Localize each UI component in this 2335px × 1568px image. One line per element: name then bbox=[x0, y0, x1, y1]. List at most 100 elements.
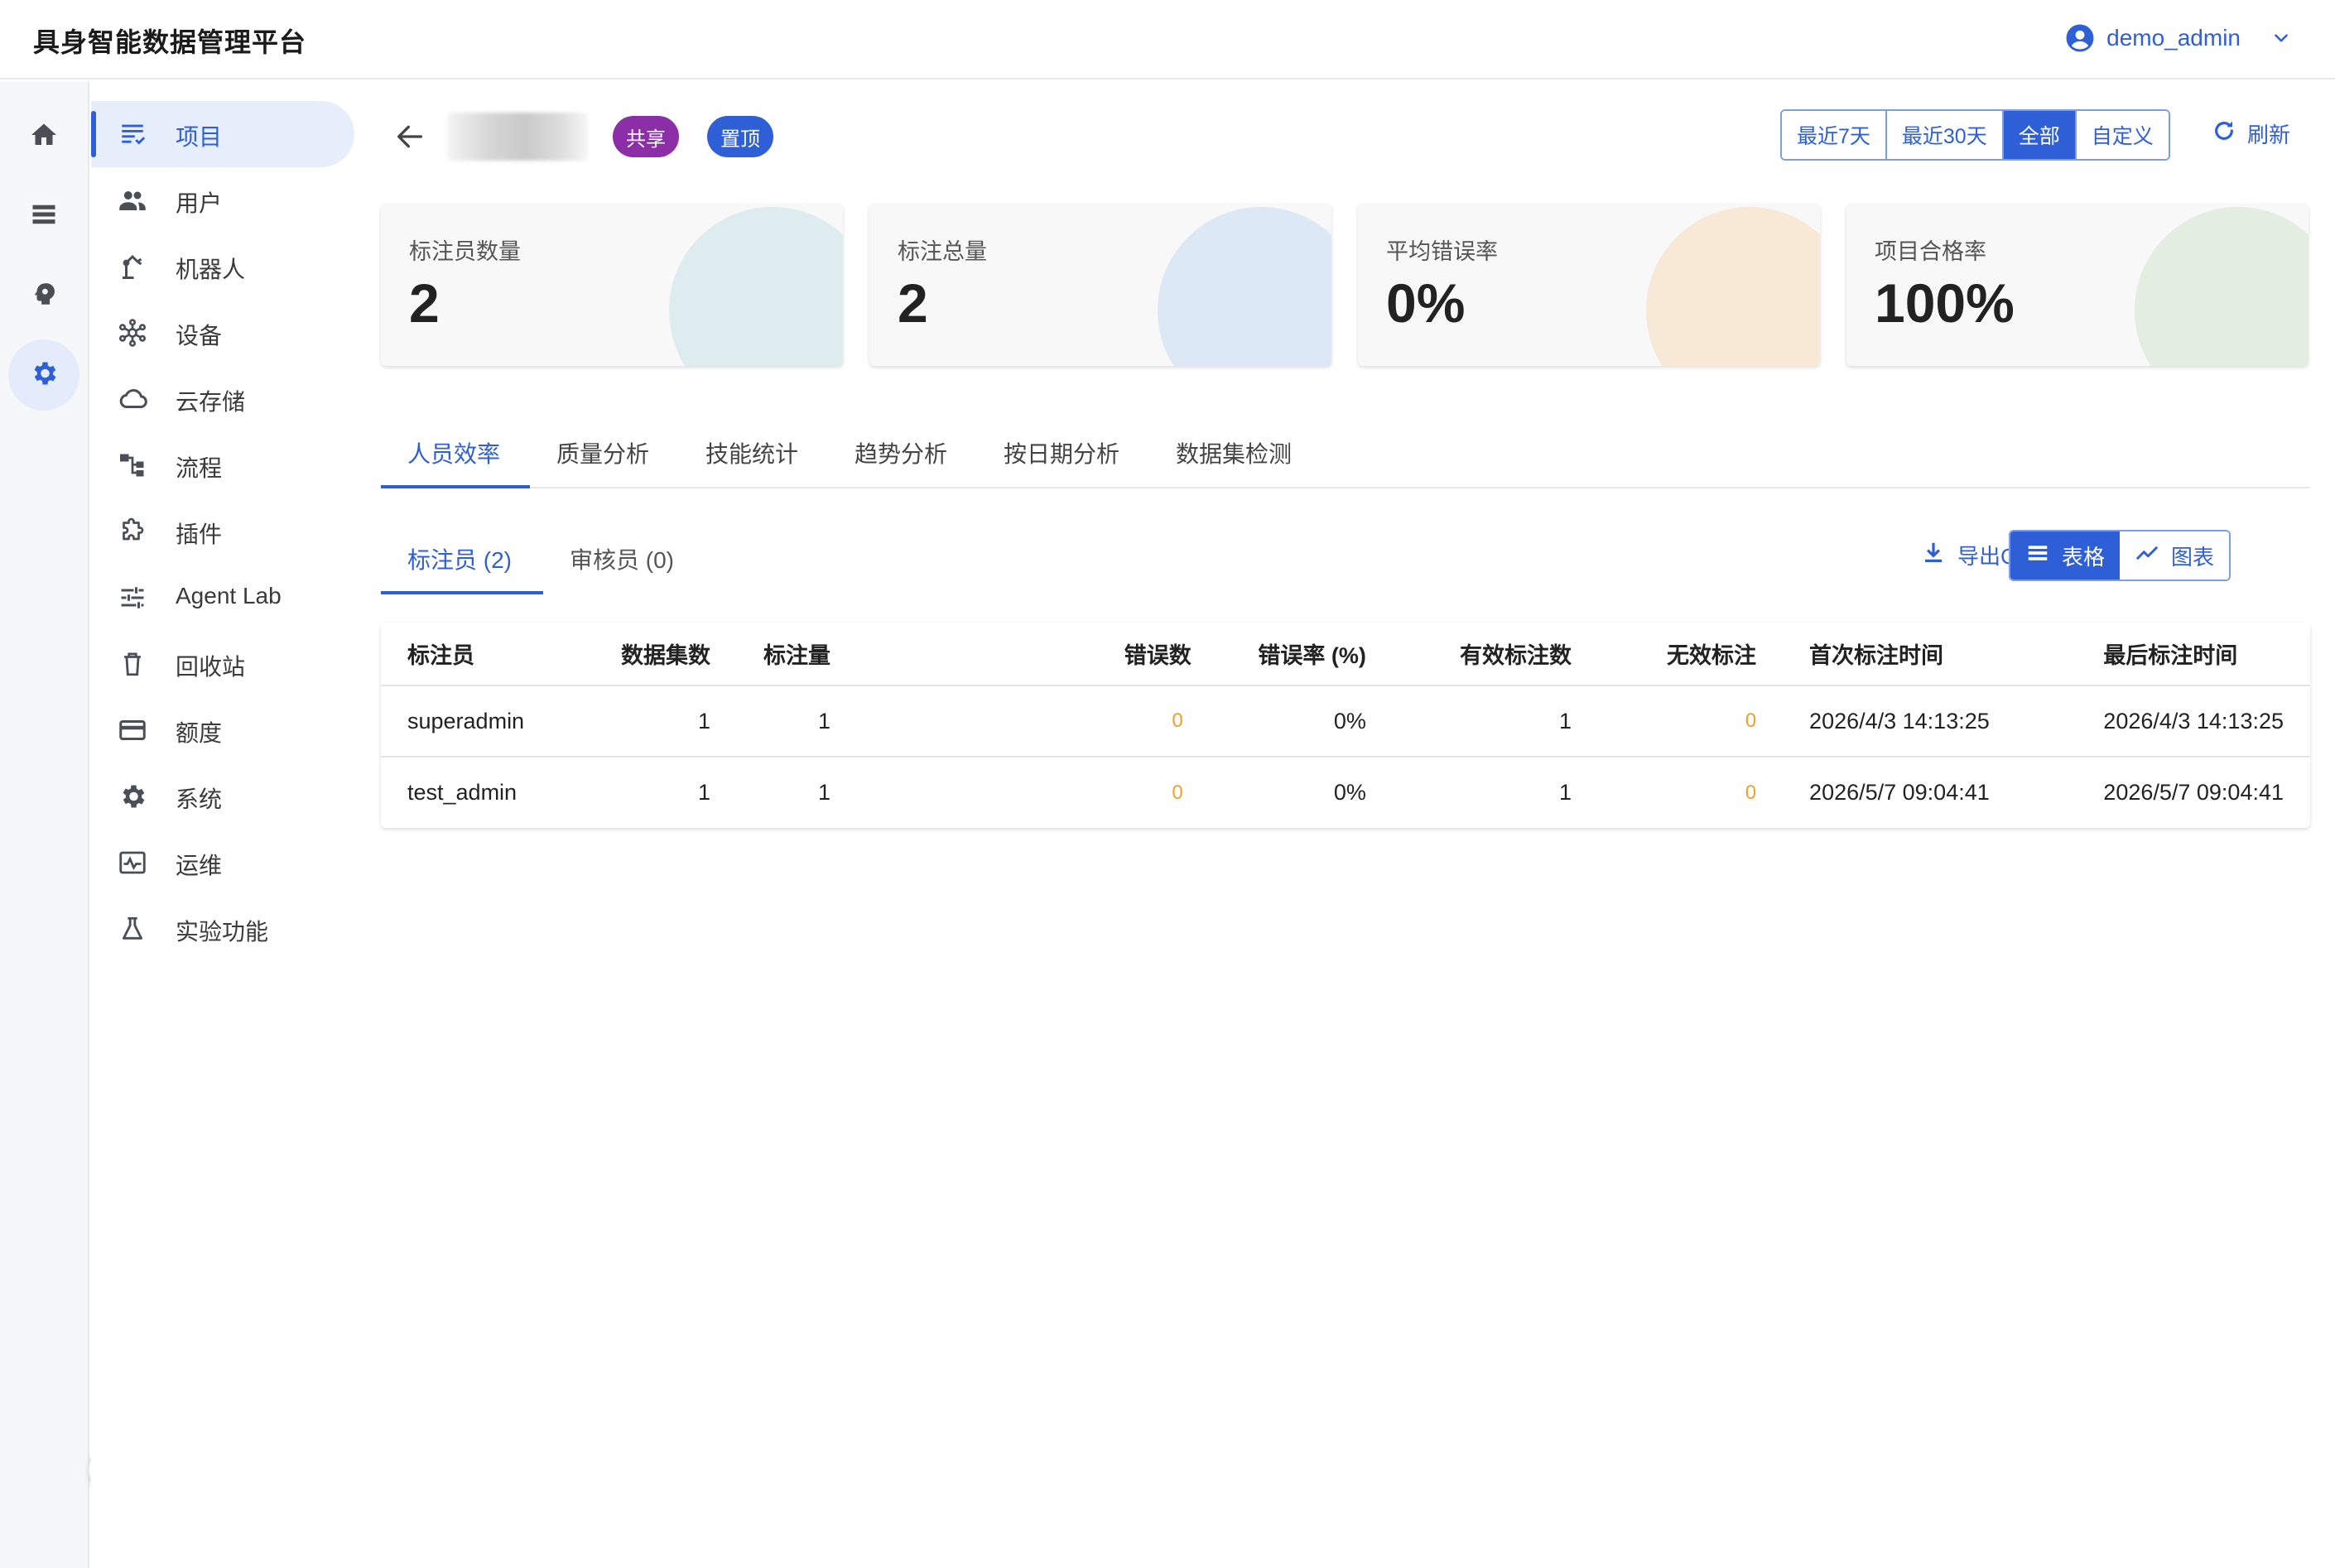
stat-card-error-rate: 平均错误率 0% bbox=[1358, 204, 1820, 366]
table-view-button[interactable]: 表格 bbox=[2010, 531, 2121, 580]
column-header[interactable]: 有效标注数 bbox=[1392, 623, 1598, 686]
refresh-label: 刷新 bbox=[2247, 123, 2291, 147]
annotator-table: 标注员 数据集数 标注量 错误数 错误率 (%) 有效标注数 无效标注 首次标注… bbox=[381, 623, 2310, 828]
cell-valid-annotations: 1 bbox=[1392, 685, 1598, 758]
workflow-icon bbox=[116, 449, 149, 482]
stat-card-decoration bbox=[1646, 207, 1820, 366]
column-header[interactable]: 标注量 bbox=[736, 623, 1004, 686]
rail-settings-button[interactable] bbox=[8, 339, 79, 411]
puzzle-icon bbox=[116, 515, 149, 548]
robot-arm-icon bbox=[116, 250, 149, 283]
arrow-left-icon bbox=[393, 120, 426, 157]
sidebar-item-label: 设备 bbox=[176, 323, 223, 349]
stat-card-total-annotations: 标注总量 2 bbox=[869, 204, 1331, 366]
sidebar-item-ops[interactable]: 运维 bbox=[91, 830, 354, 896]
tab-staff-efficiency[interactable]: 人员效率 bbox=[407, 417, 500, 488]
chart-view-label: 图表 bbox=[2171, 544, 2215, 570]
table-row: superadmin 1 1 0 0% 1 0 2026/4/3 14:13:2… bbox=[381, 685, 2310, 758]
tab-quality-analysis[interactable]: 质量分析 bbox=[556, 417, 649, 488]
username: demo_admin bbox=[2106, 25, 2241, 51]
stat-label: 标注总量 bbox=[898, 239, 987, 264]
column-header[interactable]: 标注员 bbox=[381, 623, 595, 686]
column-header[interactable]: 错误率 (%) bbox=[1191, 623, 1393, 686]
refresh-button[interactable]: 刷新 bbox=[2211, 118, 2290, 150]
sidebar-item-quota[interactable]: 额度 bbox=[91, 697, 354, 763]
sidebar-item-cloud-storage[interactable]: 云存储 bbox=[91, 366, 354, 432]
tab-skill-statistics[interactable]: 技能统计 bbox=[705, 417, 798, 488]
line-chart-icon bbox=[2135, 541, 2159, 571]
top-bar: 具身智能数据管理平台 demo_admin bbox=[0, 0, 2335, 79]
monitor-icon bbox=[116, 846, 149, 879]
cell-error-rate: 0% bbox=[1191, 685, 1393, 758]
back-button[interactable] bbox=[389, 118, 431, 159]
sidebar-item-users[interactable]: 用户 bbox=[91, 167, 354, 233]
stat-label: 平均错误率 bbox=[1386, 239, 1498, 264]
sidebar-item-label: Agent Lab bbox=[176, 583, 282, 608]
refresh-icon bbox=[2211, 118, 2237, 150]
rail-home-button[interactable] bbox=[8, 101, 79, 172]
stat-label: 项目合格率 bbox=[1875, 239, 1986, 264]
sidebar-item-experimental[interactable]: 实验功能 bbox=[91, 896, 354, 962]
rail-data-button[interactable] bbox=[8, 180, 79, 252]
active-tab-indicator bbox=[381, 485, 530, 488]
view-toggle: 表格 图表 bbox=[2009, 530, 2231, 581]
range-last-30-days-button[interactable]: 最近30天 bbox=[1886, 111, 2004, 159]
home-icon bbox=[29, 120, 59, 154]
sidebar-item-label: 额度 bbox=[176, 720, 223, 746]
credit-card-icon bbox=[116, 714, 149, 747]
column-header[interactable]: 无效标注 bbox=[1597, 623, 1784, 686]
cell-annotator: superadmin bbox=[381, 685, 595, 758]
rail-ai-button[interactable] bbox=[8, 260, 79, 331]
sidebar-item-projects[interactable]: 项目 bbox=[91, 101, 354, 167]
sidebar-item-devices[interactable]: 设备 bbox=[91, 300, 354, 366]
tab-reviewers[interactable]: 审核员 (0) bbox=[570, 523, 674, 594]
icon-rail bbox=[0, 81, 89, 1568]
sidebar-item-label: 插件 bbox=[176, 522, 223, 547]
column-header[interactable]: 最后标注时间 bbox=[2077, 623, 2310, 686]
cell-valid-annotations: 1 bbox=[1558, 780, 1572, 805]
project-name-redacted bbox=[447, 113, 588, 161]
stat-card-annotators: 标注员数量 2 bbox=[381, 204, 843, 366]
range-all-button[interactable]: 全部 bbox=[2003, 111, 2077, 159]
stat-card-decoration bbox=[669, 207, 843, 366]
column-header[interactable]: 错误数 bbox=[1004, 623, 1192, 686]
tab-annotators[interactable]: 标注员 (2) bbox=[407, 523, 512, 594]
column-header[interactable]: 数据集数 bbox=[594, 623, 737, 686]
range-custom-button[interactable]: 自定义 bbox=[2076, 111, 2169, 159]
sidebar: 项目 用户 机器人 设备 云存储 流程 插件 Agent Lab 回收站 额度 … bbox=[91, 81, 364, 1568]
list-icon bbox=[2025, 541, 2050, 571]
user-menu[interactable]: demo_admin bbox=[2065, 23, 2292, 53]
sidebar-item-agent-lab[interactable]: Agent Lab bbox=[91, 565, 354, 631]
sidebar-item-plugins[interactable]: 插件 bbox=[91, 498, 354, 565]
stat-card-pass-rate: 项目合格率 100% bbox=[1846, 204, 2309, 366]
sidebar-item-workflow[interactable]: 流程 bbox=[91, 432, 354, 498]
device-hub-icon bbox=[116, 316, 149, 349]
tab-by-date-analysis[interactable]: 按日期分析 bbox=[1004, 417, 1119, 488]
sidebar-item-label: 流程 bbox=[176, 455, 223, 481]
table-header-row: 标注员 数据集数 标注量 错误数 错误率 (%) 有效标注数 无效标注 首次标注… bbox=[381, 623, 2310, 686]
tab-dataset-check[interactable]: 数据集检测 bbox=[1176, 417, 1292, 488]
flask-icon bbox=[116, 912, 149, 945]
cell-first-time: 2026/5/7 09:04:41 bbox=[1809, 780, 1990, 805]
date-range-toggle: 最近7天 最近30天 全部 自定义 bbox=[1780, 109, 2170, 161]
analysis-tabs: 人员效率 质量分析 技能统计 趋势分析 按日期分析 数据集检测 bbox=[381, 417, 2310, 488]
pinned-chip: 置顶 bbox=[707, 116, 773, 157]
sidebar-item-label: 项目 bbox=[176, 124, 223, 150]
range-last-7-days-button[interactable]: 最近7天 bbox=[1782, 111, 1887, 159]
sidebar-item-label: 云存储 bbox=[176, 389, 246, 415]
chart-view-button[interactable]: 图表 bbox=[2120, 531, 2230, 580]
users-icon bbox=[116, 184, 149, 217]
sidebar-item-robots[interactable]: 机器人 bbox=[91, 233, 354, 300]
stat-value: 2 bbox=[409, 272, 440, 334]
stat-label: 标注员数量 bbox=[409, 239, 521, 264]
table-row: test_admin 1 1 0 0% 1 0 2026/5/7 09:04:4… bbox=[381, 757, 2310, 828]
download-icon bbox=[1921, 540, 1946, 570]
cell-annotations: 1 bbox=[736, 685, 1004, 758]
cell-invalid-annotations: 0 bbox=[1745, 781, 1757, 804]
column-header[interactable]: 首次标注时间 bbox=[1783, 623, 2077, 686]
sidebar-item-recycle-bin[interactable]: 回收站 bbox=[91, 631, 354, 697]
tab-trend-analysis[interactable]: 趋势分析 bbox=[855, 417, 947, 488]
sidebar-item-label: 用户 bbox=[176, 190, 223, 216]
project-list-icon bbox=[116, 118, 149, 151]
sidebar-item-system[interactable]: 系统 bbox=[91, 763, 354, 830]
